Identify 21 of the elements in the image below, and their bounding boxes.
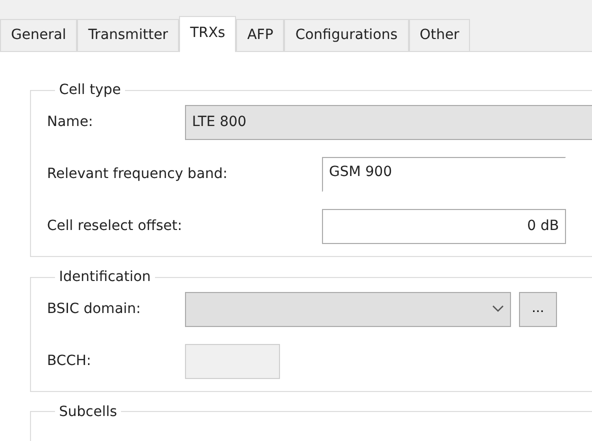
field-label: Relevant frequency band: (47, 164, 229, 184)
field-label: Name: (47, 112, 94, 132)
tab[interactable]: Transmitter (77, 19, 180, 51)
number-field[interactable]: 0 dB (322, 208, 566, 244)
text-field[interactable]: LTE 800 (185, 104, 592, 140)
field-label: BSIC domain: (47, 300, 142, 319)
group-title: Cell type (58, 82, 122, 99)
tab[interactable]: Other (408, 19, 470, 51)
tab[interactable]: AFP (236, 19, 284, 51)
tab[interactable]: TRXs (179, 16, 236, 52)
tab[interactable]: General (0, 19, 78, 51)
field-label: BCCH: (47, 352, 92, 371)
field-label: Cell reselect offset: (47, 216, 184, 236)
tab[interactable]: Configurations (284, 19, 409, 51)
chevron-down-icon (492, 305, 504, 314)
group-title: Identification (58, 268, 152, 286)
text-field[interactable] (185, 344, 280, 379)
group-title: Subcells (58, 404, 118, 420)
combo-field[interactable]: GSM 900 (322, 156, 566, 192)
dropdown-field[interactable] (185, 292, 511, 327)
browse-button[interactable]: ... (519, 292, 557, 327)
